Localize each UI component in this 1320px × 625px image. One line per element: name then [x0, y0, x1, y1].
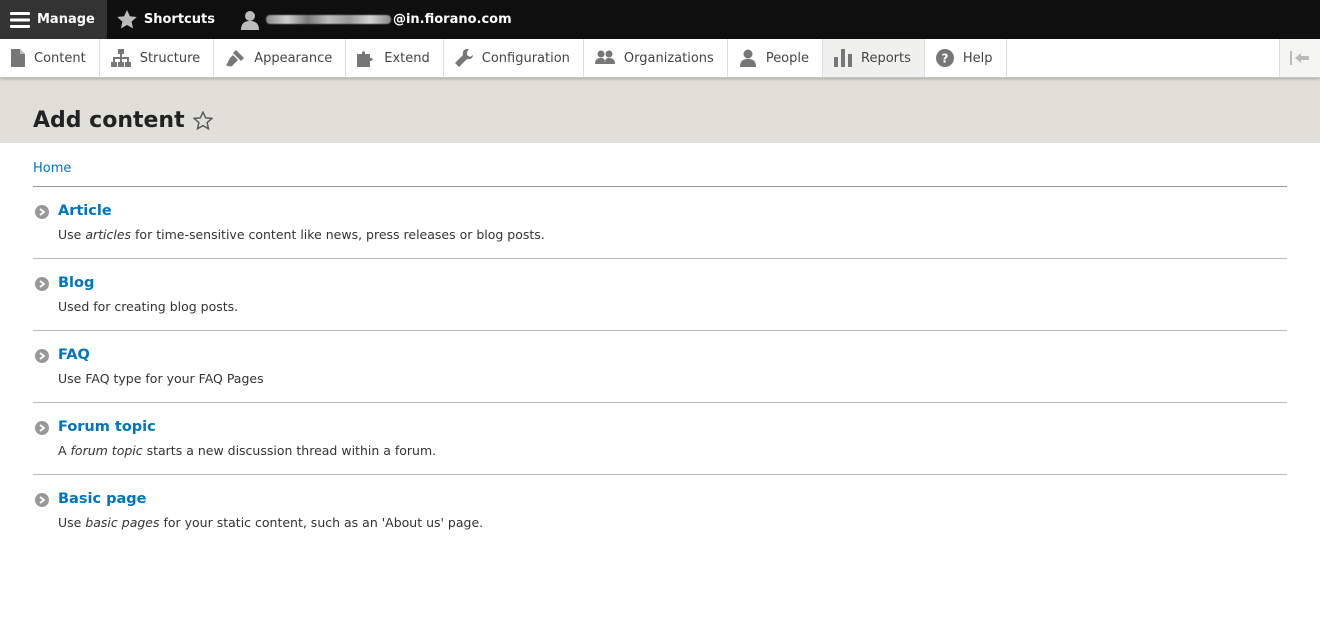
tray-item-label: Extend: [384, 50, 430, 66]
list-item: Basic page Use basic pages for your stat…: [33, 474, 1287, 546]
shortcuts-label: Shortcuts: [143, 12, 215, 27]
tray-item-configuration[interactable]: Configuration: [443, 39, 584, 77]
tray-item-label: Reports: [861, 50, 911, 66]
content-type-description: Used for creating blog posts.: [58, 299, 239, 314]
puzzle-icon: [357, 51, 373, 67]
tray-item-structure[interactable]: Structure: [99, 39, 215, 77]
content-type-link[interactable]: Forum topic: [58, 419, 156, 435]
paintbrush-icon: [226, 50, 245, 67]
tray-orientation-toggle[interactable]: [1279, 39, 1320, 77]
file-icon: [11, 49, 25, 67]
content-type-description: Use FAQ type for your FAQ Pages: [58, 371, 264, 386]
svg-text:?: ?: [941, 52, 948, 66]
page-title-wrap: Add content: [33, 108, 213, 133]
content-type-link[interactable]: Blog: [58, 275, 94, 291]
user-icon: [240, 10, 259, 30]
tray-item-label: Help: [962, 50, 993, 66]
user-name-redacted: [265, 15, 391, 24]
admin-toolbar: Manage Shortcuts @in.fiorano.com: [0, 0, 1320, 39]
tray-item-label: Configuration: [481, 50, 570, 66]
arrow-circle-icon: [35, 349, 49, 363]
group-icon: [594, 50, 615, 64]
tray-item-people[interactable]: People: [727, 39, 824, 77]
sitemap-icon: [110, 49, 131, 67]
manage-tab[interactable]: Manage: [0, 0, 107, 39]
hamburger-icon: [10, 11, 30, 28]
tray-item-label: Organizations: [623, 50, 714, 66]
manage-label: Manage: [37, 12, 95, 27]
admin-tray: Content Structure Appearance Extend Conf…: [0, 39, 1320, 78]
user-email-domain: @in.fiorano.com: [392, 12, 512, 27]
content-type-link[interactable]: Article: [58, 203, 112, 219]
collapse-left-icon: [1290, 51, 1309, 65]
tray-item-help[interactable]: ? Help: [924, 39, 1007, 77]
wrench-icon: [454, 49, 473, 67]
tray-item-appearance[interactable]: Appearance: [214, 39, 347, 77]
arrow-circle-icon: [35, 421, 49, 435]
content-type-link[interactable]: Basic page: [58, 491, 146, 507]
tray-item-label: People: [765, 50, 810, 66]
content-type-link[interactable]: FAQ: [58, 347, 90, 363]
tray-item-reports[interactable]: Reports: [823, 39, 925, 77]
tray-item-label: Structure: [139, 50, 201, 66]
tray-item-label: Appearance: [254, 50, 333, 66]
help-icon: ?: [935, 49, 954, 67]
person-icon: [739, 49, 756, 67]
arrow-circle-icon: [35, 205, 49, 219]
star-icon: [117, 10, 137, 29]
user-tab[interactable]: @in.fiorano.com: [231, 0, 522, 39]
content-type-list: Article Use articles for time-sensitive …: [33, 186, 1287, 546]
list-item: FAQ Use FAQ type for your FAQ Pages: [33, 330, 1287, 402]
tray-item-content[interactable]: Content: [0, 39, 100, 77]
list-item: Forum topic A forum topic starts a new d…: [33, 402, 1287, 474]
tray-item-label: Content: [34, 50, 86, 66]
star-outline-icon[interactable]: [192, 111, 213, 130]
list-item: Blog Used for creating blog posts.: [33, 258, 1287, 330]
shortcuts-tab[interactable]: Shortcuts: [107, 0, 225, 39]
bar-chart-icon: [834, 49, 853, 67]
tray-item-organizations[interactable]: Organizations: [583, 39, 728, 77]
content-type-description: Use basic pages for your static content,…: [58, 515, 484, 530]
list-item: Article Use articles for time-sensitive …: [33, 186, 1287, 258]
tray-item-extend[interactable]: Extend: [346, 39, 444, 77]
arrow-circle-icon: [35, 277, 49, 291]
breadcrumb-home[interactable]: Home: [33, 161, 71, 176]
content-type-description: Use articles for time-sensitive content …: [58, 227, 545, 242]
arrow-circle-icon: [35, 493, 49, 507]
content-type-description: A forum topic starts a new discussion th…: [58, 443, 437, 458]
page-title: Add content: [33, 108, 185, 133]
